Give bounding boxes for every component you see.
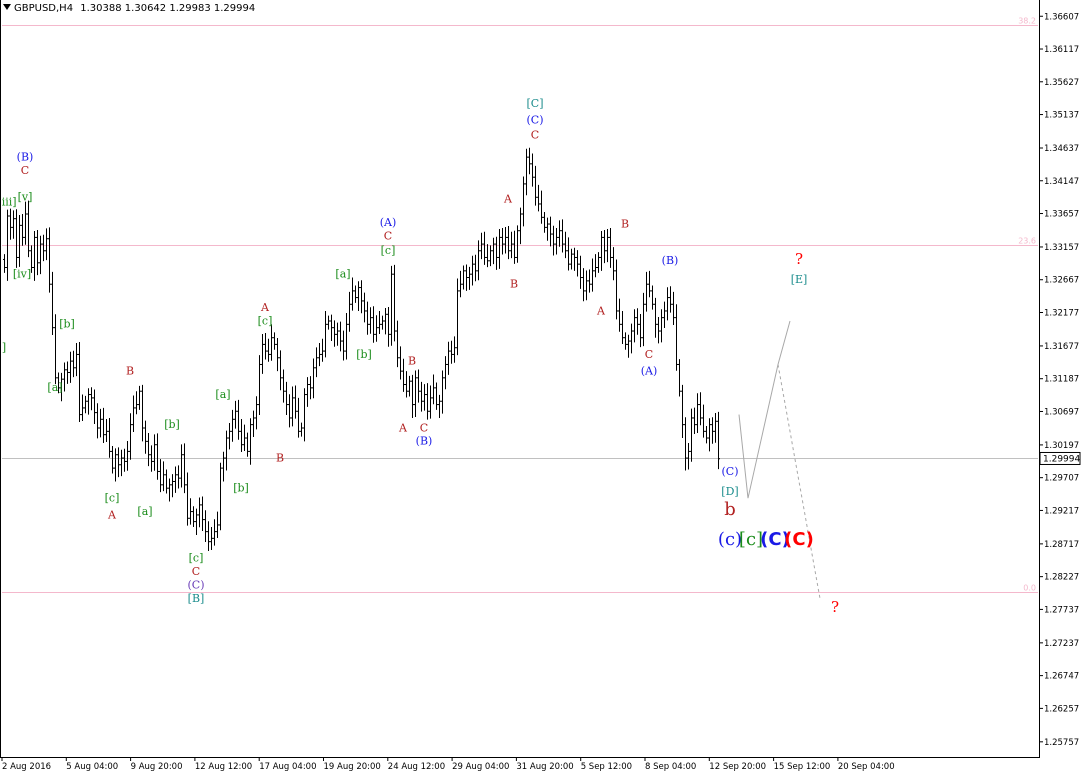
wave-label: A: [398, 421, 408, 434]
current-price-tag: 1.29994: [1039, 451, 1081, 465]
y-tick-label: 1.31677: [1044, 342, 1079, 352]
y-tick-label: 1.32177: [1044, 308, 1079, 318]
x-tick-label: 15 Sep 12:00: [774, 762, 831, 772]
wave-label: (B): [17, 150, 34, 163]
wave-label: C: [21, 164, 29, 177]
wave-label: C: [645, 348, 653, 361]
wave-label: [b]: [164, 418, 180, 431]
wave-label: C: [192, 565, 200, 578]
wave-label: A: [260, 301, 270, 314]
wave-label: [C]: [527, 97, 544, 110]
x-tick-label: 19 Aug 20:00: [324, 762, 381, 772]
x-tick-label: 5 Aug 04:00: [66, 762, 118, 772]
y-tick-label: 1.31187: [1044, 375, 1079, 385]
wave-label: [a]: [215, 388, 230, 401]
wave-label: (B): [662, 254, 679, 267]
y-tick-label: 1.27237: [1044, 639, 1079, 649]
x-tick-label: 5 Sep 12:00: [581, 762, 632, 772]
x-tick-label: 20 Sep 04:00: [838, 762, 895, 772]
y-tick-label: 1.29707: [1044, 474, 1079, 484]
wave-label: (A): [380, 216, 397, 229]
wave-label: B: [621, 217, 629, 230]
wave-label: B: [126, 364, 134, 377]
x-tick-label: 31 Aug 20:00: [516, 762, 573, 772]
wave-label: [v]: [18, 191, 33, 204]
wave-label: A: [107, 508, 117, 521]
wave-label: [a]: [47, 381, 62, 394]
current-price-tag-text: 1.29994: [1043, 454, 1080, 464]
wave-label: (C): [722, 465, 739, 478]
wave-label: [a]: [137, 505, 152, 518]
y-tick-label: 1.27737: [1044, 605, 1079, 615]
symbol-timeframe: GBPUSD,H4: [14, 3, 74, 14]
wave-label: [b]: [356, 348, 372, 361]
x-tick-label: 29 Aug 04:00: [452, 762, 509, 772]
y-tick-label: 1.25757: [1044, 738, 1079, 748]
wave-label: C: [384, 229, 392, 242]
wave-label-large: b: [724, 499, 736, 520]
x-tick-label: 9 Aug 20:00: [131, 762, 183, 772]
wave-label: A: [503, 193, 513, 206]
wave-label: [a]: [335, 268, 350, 281]
fib-level-label: 23.6: [1018, 237, 1036, 246]
wave-label: [c]: [105, 492, 120, 505]
ohlc-values: 1.30388 1.30642 1.29983 1.29994: [80, 3, 256, 14]
chart-header: GBPUSD,H4 1.30388 1.30642 1.29983 1.2999…: [3, 3, 255, 14]
wave-label: (C): [527, 114, 544, 127]
y-tick-label: 1.29217: [1044, 506, 1079, 516]
y-tick-label: 1.33157: [1044, 243, 1079, 253]
y-tick-label: 1.26747: [1044, 672, 1079, 682]
y-tick-label: 1.30197: [1044, 441, 1079, 451]
y-tick-label: 1.28717: [1044, 540, 1079, 550]
wave-label: (C): [188, 578, 205, 591]
fib-level-label: 0.0: [1023, 584, 1036, 593]
wave-label: ]: [2, 341, 6, 354]
y-tick-label: 1.34147: [1044, 177, 1079, 187]
x-tick-label: 2 Aug 2016: [2, 762, 51, 772]
wave-label: B: [276, 451, 284, 464]
y-tick-label: 1.36117: [1044, 45, 1079, 55]
wave-label: [B]: [188, 592, 205, 605]
wave-label-large: (C): [784, 529, 814, 550]
x-tick-label: 24 Aug 12:00: [388, 762, 445, 772]
wave-label: [b]: [233, 482, 249, 495]
wave-label: [c]: [258, 314, 273, 327]
wave-label: [iv]: [13, 268, 31, 281]
x-tick-label: 8 Sep 04:00: [645, 762, 696, 772]
y-tick-label: 1.30697: [1044, 407, 1079, 417]
wave-label: A: [596, 304, 606, 317]
y-tick-label: 1.35627: [1044, 78, 1079, 88]
x-tick-label: 17 Aug 04:00: [259, 762, 316, 772]
y-tick-label: 1.26257: [1044, 704, 1079, 714]
wave-label: C: [531, 128, 539, 141]
wave-label: [b]: [59, 318, 75, 331]
dropdown-triangle-icon[interactable]: [3, 4, 11, 10]
fib-level-label: 38.2: [1018, 17, 1036, 26]
price-chart[interactable]: 38.223.60.0 [iii](B)C[v][iv]][b][a]B[c]A…: [0, 0, 1081, 777]
wave-label: (B): [416, 435, 433, 448]
x-tick-label: 12 Sep 20:00: [709, 762, 766, 772]
wave-label: ?: [831, 598, 839, 616]
x-tick-label: 12 Aug 12:00: [195, 762, 252, 772]
wave-label: [c]: [381, 244, 396, 257]
wave-label: [iii]: [0, 195, 17, 208]
wave-label: [c]: [189, 552, 204, 565]
wave-label: ?: [795, 250, 803, 268]
wave-label: [D]: [721, 485, 738, 498]
y-tick-label: 1.34637: [1044, 144, 1079, 154]
wave-label: C: [420, 421, 428, 434]
wave-label: B: [408, 354, 416, 367]
wave-label: [E]: [791, 273, 808, 286]
wave-label: B: [510, 278, 518, 291]
y-tick-label: 1.32667: [1044, 276, 1079, 286]
y-tick-label: 1.35137: [1044, 111, 1079, 121]
y-tick-label: 1.33657: [1044, 210, 1079, 220]
y-tick-label: 1.36607: [1044, 12, 1079, 22]
y-tick-label: 1.28227: [1044, 573, 1079, 583]
wave-label: (A): [641, 364, 658, 377]
